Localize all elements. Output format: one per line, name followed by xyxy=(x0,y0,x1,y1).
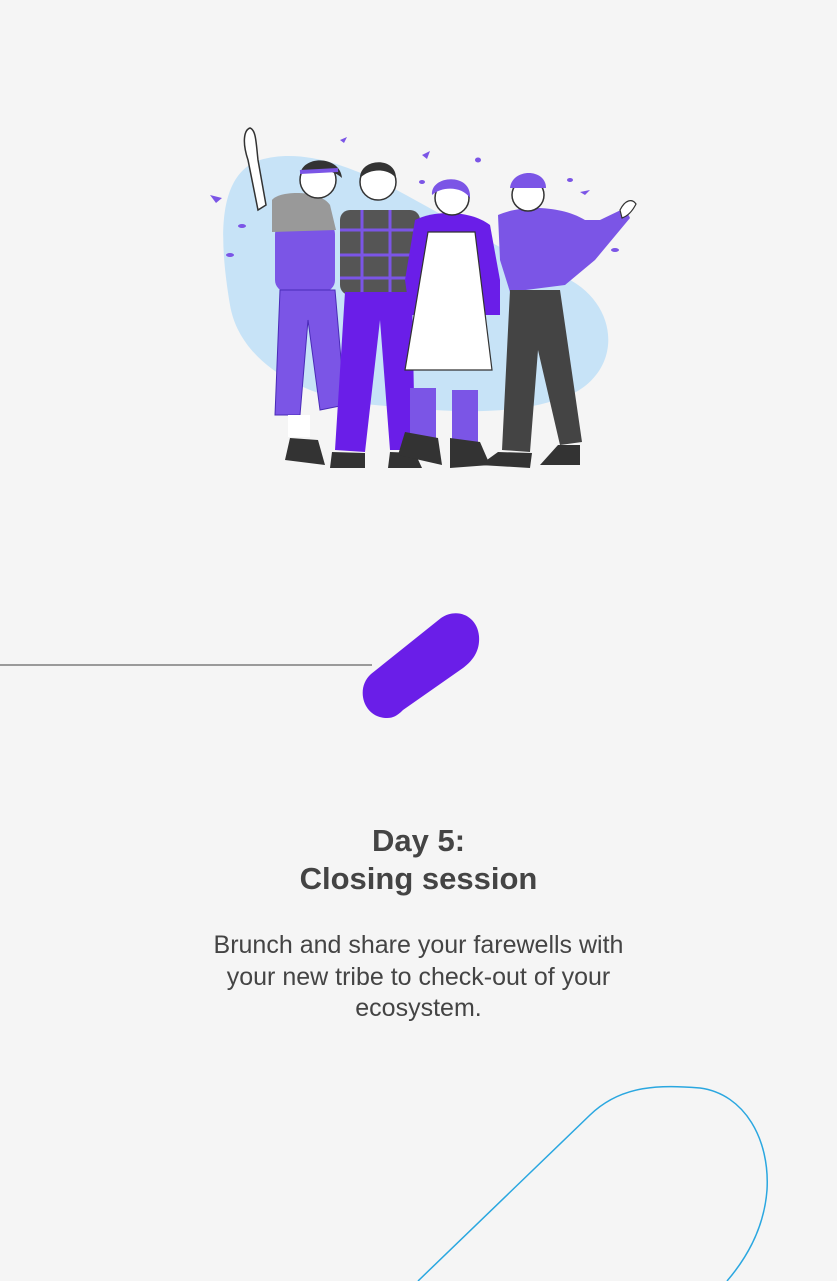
decorative-pill-outline xyxy=(417,1085,768,1281)
friends-group-illustration xyxy=(210,127,637,468)
day-label: Day 5: xyxy=(371,823,466,858)
step-title: Day 5: Closing session xyxy=(0,822,837,898)
session-title: Closing session xyxy=(299,861,538,896)
timeline-marker xyxy=(362,613,480,718)
step-description: Brunch and share your farewells with you… xyxy=(213,931,624,1022)
timeline-line xyxy=(0,664,372,666)
